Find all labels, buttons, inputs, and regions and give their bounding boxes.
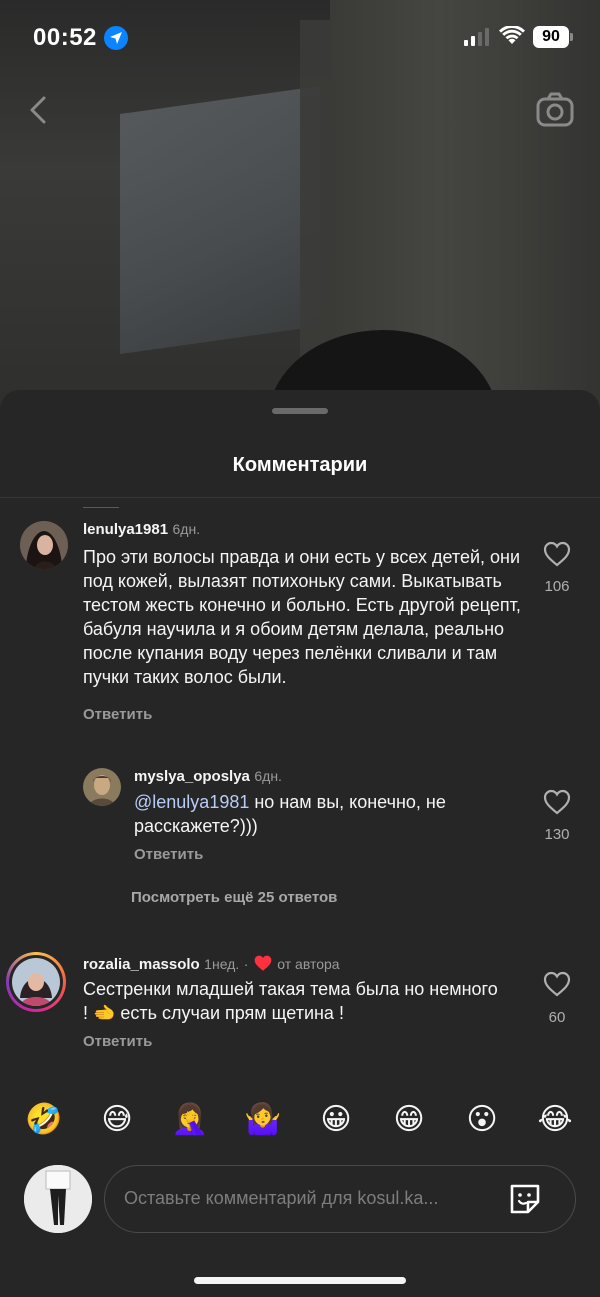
avatar-story-ring[interactable] xyxy=(6,952,66,1012)
emoji-shrug[interactable]: 🤷‍♀️ xyxy=(243,1100,283,1140)
emoji-surprised[interactable]: 😮 xyxy=(462,1100,502,1140)
comment-username[interactable]: myslya_oposlya xyxy=(134,768,250,785)
sheet-grabber[interactable] xyxy=(272,408,328,414)
author-badge: от автора xyxy=(277,956,340,972)
comment-input-placeholder: Оставьте комментарий для kosul.ka... xyxy=(124,1188,439,1208)
heart-outline-icon[interactable] xyxy=(542,788,572,816)
emoji-rofl[interactable]: 🤣 xyxy=(24,1100,64,1140)
background-window xyxy=(120,85,320,355)
comment-username[interactable]: rozalia_massolo xyxy=(83,956,200,973)
like-count: 130 xyxy=(544,826,570,843)
wifi-icon xyxy=(499,26,525,44)
comment-text: Про эти волосы правда и они есть у всех … xyxy=(83,547,521,687)
like-count: 106 xyxy=(544,578,570,595)
comment-age: 6дн. xyxy=(172,521,201,537)
status-bar: 00:52 90 xyxy=(0,0,600,78)
sheet-title: Комментарии xyxy=(232,454,368,476)
cellular-signal-icon xyxy=(464,28,489,46)
status-time: 00:52 xyxy=(33,24,97,51)
emoji-joy[interactable]: 😂 xyxy=(535,1100,575,1140)
location-arrow-icon xyxy=(104,26,128,50)
user-avatar[interactable] xyxy=(24,1165,92,1233)
mention-link[interactable]: @lenulya1981 xyxy=(134,792,249,812)
view-more-line xyxy=(83,507,119,508)
comment-username[interactable]: lenulya1981 xyxy=(83,521,168,538)
battery-tip xyxy=(570,33,573,41)
view-more-replies-button[interactable]: Посмотреть ещё 25 ответов xyxy=(131,889,337,906)
heart-outline-icon[interactable] xyxy=(542,970,572,998)
comment-text: Сестренки младшей такая тема была но нем… xyxy=(83,979,498,1023)
reply-button[interactable]: Ответить xyxy=(83,706,152,723)
camera-icon[interactable] xyxy=(535,90,575,130)
meta-separator: · xyxy=(243,956,249,972)
emoji-sweat-smile[interactable]: 😅 xyxy=(97,1100,137,1140)
title-divider xyxy=(0,497,600,498)
home-indicator[interactable] xyxy=(194,1277,406,1284)
battery-level: 90 xyxy=(533,26,569,48)
comment-age: 1нед. xyxy=(204,956,240,972)
emoji-facepalm[interactable]: 🤦‍♀️ xyxy=(170,1100,210,1140)
heart-filled-icon xyxy=(254,955,272,971)
avatar[interactable] xyxy=(83,768,121,806)
emoji-grinning[interactable]: 😀 xyxy=(316,1100,356,1140)
emoji-beaming[interactable]: 😁 xyxy=(389,1100,429,1140)
emoji-quick-bar: 🤣 😅 🤦‍♀️ 🤷‍♀️ 😀 😁 😮 😂 xyxy=(0,1100,600,1140)
reply-button[interactable]: Ответить xyxy=(83,1033,152,1050)
like-count: 60 xyxy=(548,1009,566,1026)
comment-text: @lenulya1981 но нам вы, конечно, не расс… xyxy=(134,790,514,838)
avatar[interactable] xyxy=(20,521,68,569)
heart-outline-icon[interactable] xyxy=(542,540,572,568)
reply-button[interactable]: Ответить xyxy=(134,846,203,863)
comment-age: 6дн. xyxy=(254,768,282,784)
chevron-left-icon[interactable] xyxy=(24,92,54,128)
sticker-icon[interactable] xyxy=(506,1180,544,1218)
